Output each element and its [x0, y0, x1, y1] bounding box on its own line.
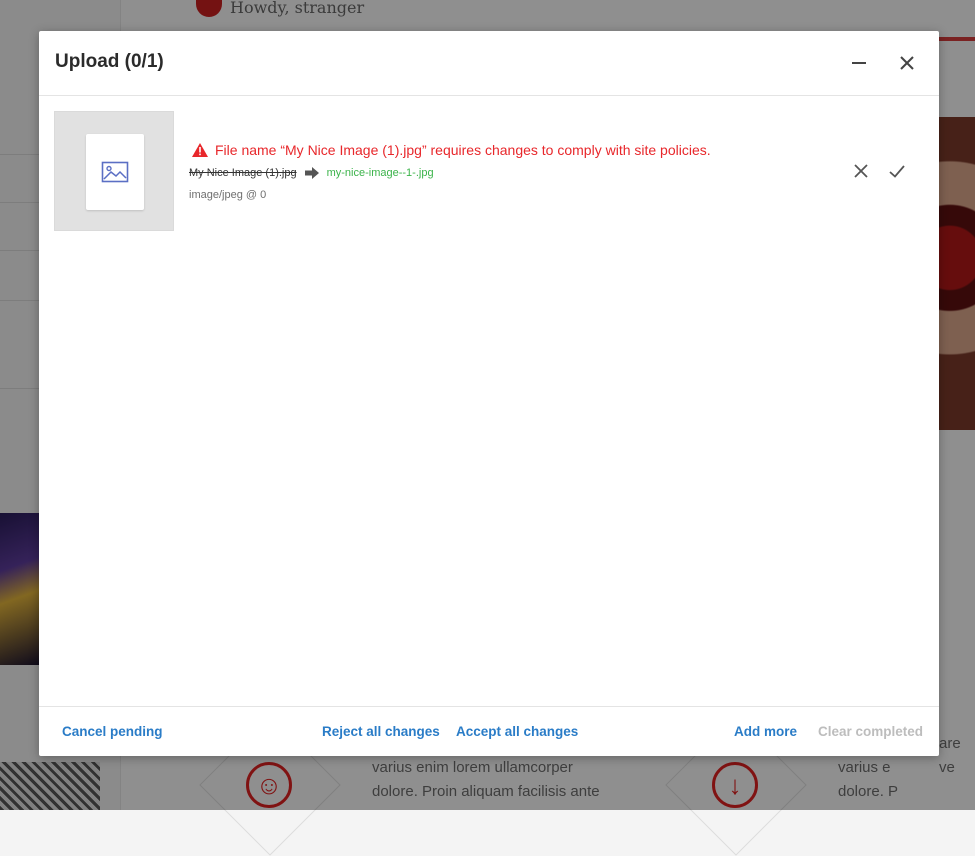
close-dialog-button[interactable]: [895, 51, 919, 75]
filename-change: My Nice Image (1).jpg my-nice-image--1-.…: [189, 167, 434, 179]
accept-all-changes-button[interactable]: Accept all changes: [456, 724, 578, 739]
reject-change-button[interactable]: [851, 161, 871, 181]
suggested-filename: my-nice-image--1-.jpg: [326, 167, 434, 179]
minimize-button[interactable]: [847, 51, 871, 75]
close-icon: [900, 56, 914, 70]
dialog-header: Upload (0/1): [39, 31, 939, 96]
upload-dialog: Upload (0/1) File name “My Nice Image (1…: [39, 31, 939, 756]
dialog-title: Upload (0/1): [55, 51, 164, 72]
image-placeholder-icon: [101, 161, 129, 183]
warning-text: File name “My Nice Image (1).jpg” requir…: [215, 142, 711, 158]
file-thumbnail: [54, 111, 174, 231]
check-icon: [889, 165, 905, 178]
minimize-icon: [852, 62, 866, 64]
reject-all-changes-button[interactable]: Reject all changes: [322, 724, 440, 739]
policy-warning: File name “My Nice Image (1).jpg” requir…: [191, 142, 711, 158]
thumbnail-card: [86, 134, 144, 210]
add-more-button[interactable]: Add more: [734, 724, 797, 739]
accept-change-button[interactable]: [887, 161, 907, 181]
upload-file-item: File name “My Nice Image (1).jpg” requir…: [54, 111, 914, 231]
dialog-footer: Cancel pending Reject all changes Accept…: [39, 706, 939, 756]
cancel-pending-button[interactable]: Cancel pending: [62, 724, 163, 739]
warning-triangle-icon: [192, 143, 208, 157]
original-filename: My Nice Image (1).jpg: [189, 167, 297, 179]
clear-completed-button[interactable]: Clear completed: [818, 724, 923, 739]
file-meta: image/jpeg @ 0: [189, 189, 267, 201]
arrow-right-icon: [304, 167, 319, 179]
close-icon: [854, 164, 868, 178]
